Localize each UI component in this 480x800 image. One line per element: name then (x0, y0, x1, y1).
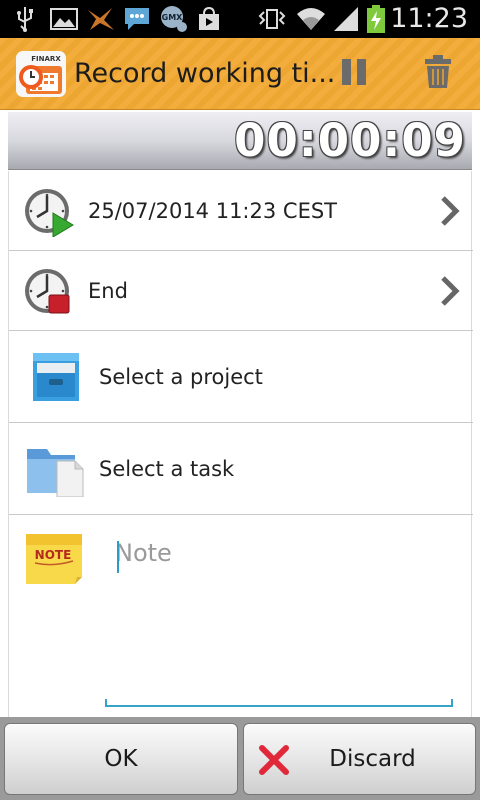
store-icon (196, 6, 222, 32)
start-time-row[interactable]: 25/07/2014 11:23 CEST (9, 171, 473, 251)
trash-icon (424, 55, 452, 93)
ok-button[interactable]: OK (4, 723, 238, 795)
app-logo-text: FINARX (31, 55, 61, 63)
note-row: NOTE (9, 515, 473, 717)
chevron-right-icon (439, 195, 461, 231)
bird-app-icon (86, 6, 116, 32)
wifi-icon (296, 6, 326, 32)
input-underline-edge (451, 699, 453, 707)
sticky-note-text: NOTE (35, 548, 72, 562)
discard-button[interactable]: Discard (243, 723, 476, 795)
record-form: 25/07/2014 11:23 CEST End Select a proje… (8, 171, 473, 717)
ok-button-label: OK (104, 746, 138, 772)
task-label: Select a task (99, 457, 235, 481)
signal-icon (332, 6, 360, 32)
clock-stop-icon (23, 267, 75, 321)
bottom-button-bar: OK Discard (0, 717, 480, 800)
folder-document-icon (25, 441, 85, 501)
status-bar: GMX 11:23 (0, 0, 480, 38)
close-x-icon (258, 744, 290, 780)
chevron-right-icon (439, 275, 461, 311)
vibrate-icon (256, 6, 288, 32)
usb-icon (14, 6, 36, 32)
sticky-note-icon: NOTE (25, 533, 83, 589)
project-label: Select a project (99, 365, 263, 389)
end-time-label: End (88, 279, 128, 303)
clock-play-icon (23, 187, 75, 241)
elapsed-timer: 00:00:09 (234, 114, 466, 167)
battery-charging-icon (366, 5, 386, 33)
end-time-row[interactable]: End (9, 251, 473, 331)
clock-time: 11:23 (390, 3, 468, 34)
screen-title: Record working ti... (74, 58, 336, 89)
image-icon (50, 6, 78, 32)
task-row[interactable]: Select a task (9, 423, 473, 515)
pause-icon (339, 57, 369, 91)
note-input[interactable] (105, 535, 453, 707)
delete-button[interactable] (412, 50, 464, 98)
elapsed-timer-bar: 00:00:09 (8, 112, 472, 170)
discard-button-label: Discard (329, 746, 416, 772)
input-underline-edge (105, 699, 107, 707)
gmx-label: GMX (162, 13, 184, 22)
chat-icon (122, 6, 152, 32)
app-logo-icon[interactable]: FINARX (16, 51, 66, 97)
action-bar: FINARX Record working ti... (0, 38, 480, 110)
project-row[interactable]: Select a project (9, 331, 473, 423)
drawer-icon (29, 347, 83, 409)
text-cursor (117, 541, 119, 573)
gmx-icon: GMX (158, 6, 190, 32)
pause-button[interactable] (328, 50, 380, 98)
start-time-label: 25/07/2014 11:23 CEST (88, 199, 337, 223)
